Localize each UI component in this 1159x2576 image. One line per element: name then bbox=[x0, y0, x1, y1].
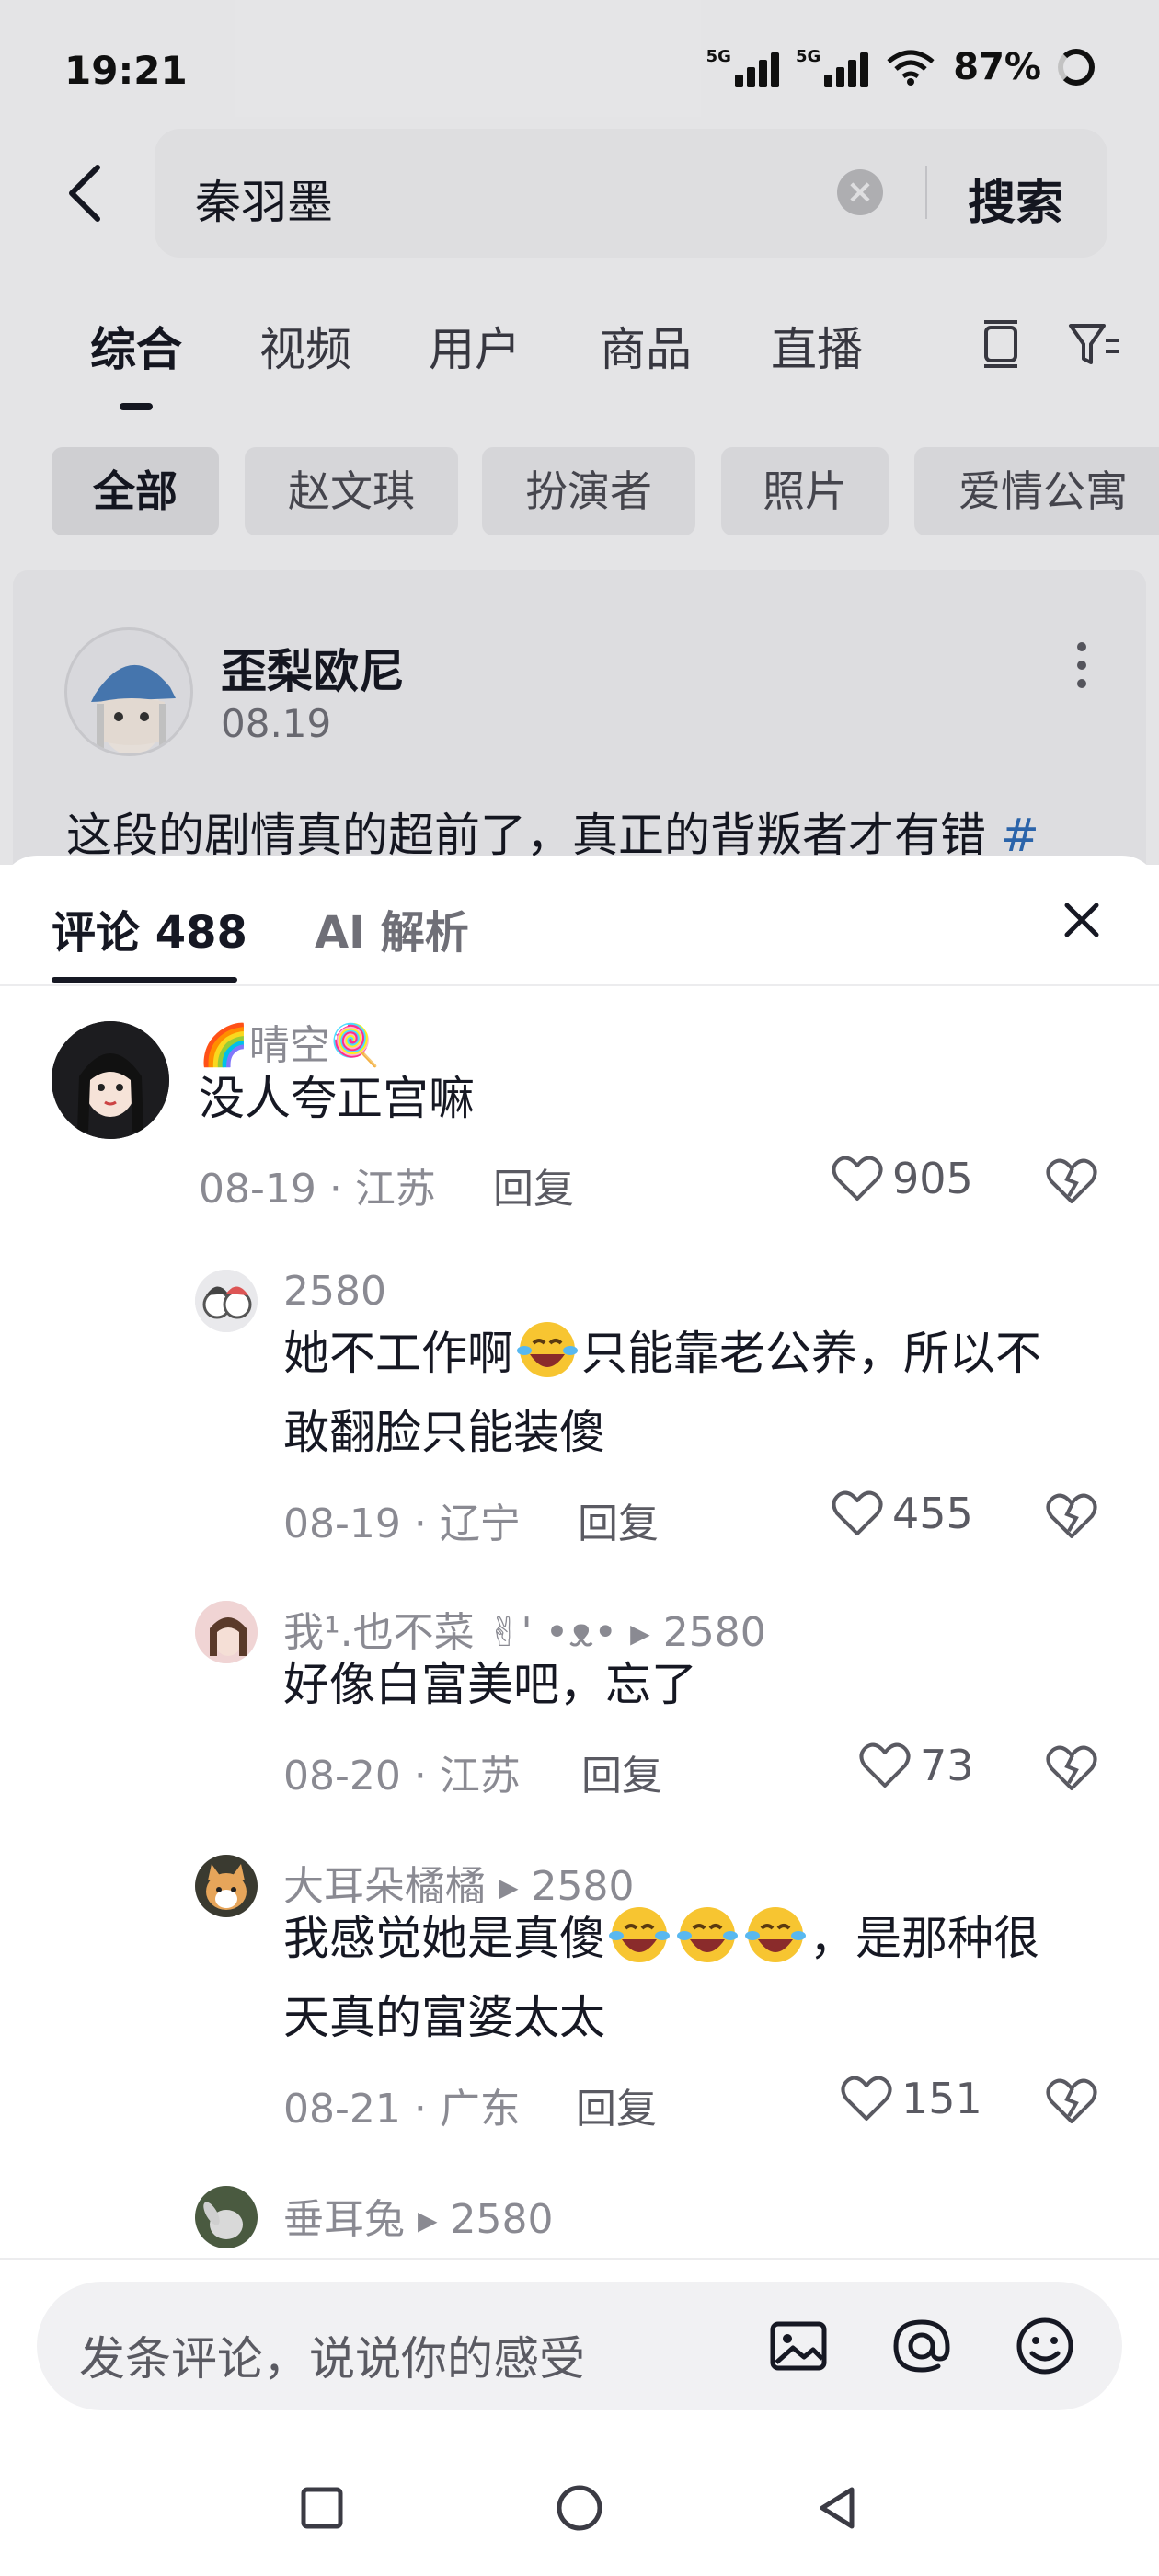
reply-avatar[interactable] bbox=[195, 1270, 258, 1332]
like-button[interactable]: 151 bbox=[841, 2074, 982, 2123]
comment-meta: 08-19 · 江苏 bbox=[199, 1166, 436, 1213]
heart-icon bbox=[841, 2076, 892, 2121]
sheet-header: 评论 488 AI 解析 bbox=[0, 856, 1159, 986]
reply-avatar[interactable] bbox=[195, 1601, 258, 1663]
reply-button[interactable]: 回复 bbox=[576, 2076, 657, 2134]
rofl-emoji-icon bbox=[745, 1907, 806, 1962]
reply-text-line1: 她不工作啊 只能靠老公养，所以不 bbox=[283, 1314, 1041, 1393]
reply-avatar[interactable] bbox=[195, 2186, 258, 2248]
system-nav-bar bbox=[0, 2420, 1159, 2576]
reply-item: 大耳朵橘橘 ▶ 2580 我感觉她是真傻 ，是那种很 天真的富婆太太 08-21 · … bbox=[0, 1855, 1159, 2134]
cartoon-avatar-icon bbox=[195, 1270, 258, 1332]
reply-text-part-2: ，是那种很 bbox=[809, 1912, 1039, 1965]
reply-avatar[interactable] bbox=[195, 1855, 258, 1917]
reply-meta: 08-21 · 广东 bbox=[283, 2086, 521, 2133]
reply-text: 好像白富美吧，忘了 bbox=[283, 1658, 697, 1711]
heart-icon bbox=[859, 1742, 911, 1788]
dislike-icon[interactable] bbox=[1045, 1156, 1098, 1205]
reply-to-username[interactable]: 2580 bbox=[451, 2196, 554, 2243]
laugh-cry-emoji-icon bbox=[517, 1322, 578, 1377]
heart-icon bbox=[832, 1156, 883, 1201]
reply-text-line2: 天真的富婆太太 bbox=[283, 1991, 605, 2044]
reply-button[interactable]: 回复 bbox=[581, 1742, 662, 1801]
close-icon[interactable] bbox=[1058, 896, 1106, 944]
reply-text-line2: 敢翻脸只能装傻 bbox=[283, 1406, 605, 1459]
like-button[interactable]: 905 bbox=[832, 1154, 973, 1203]
reply-button[interactable]: 回复 bbox=[493, 1156, 574, 1214]
rofl-emoji-icon bbox=[677, 1907, 738, 1962]
girl-avatar-icon bbox=[52, 1021, 169, 1139]
reply-text-part: 我感觉她是真傻 bbox=[283, 1912, 605, 1965]
emoji-icon[interactable] bbox=[1012, 2313, 1078, 2379]
reply-button[interactable]: 回复 bbox=[578, 1490, 659, 1549]
comment-text: 没人夸正宫嘛 bbox=[199, 1072, 475, 1125]
like-count: 151 bbox=[901, 2074, 982, 2123]
like-count: 455 bbox=[892, 1489, 973, 1538]
reply-text-line1: 我感觉她是真傻 ，是那种很 bbox=[283, 1899, 1039, 1978]
active-tab-indicator bbox=[52, 977, 237, 983]
square-icon[interactable] bbox=[294, 2480, 350, 2536]
comments-sheet: 评论 488 AI 解析 🌈晴空🍭 没人夸正宫嘛 08-19 · 江苏 回复 9… bbox=[0, 856, 1159, 2576]
heart-icon bbox=[832, 1490, 883, 1535]
tab-ai-analysis[interactable]: AI 解析 bbox=[315, 896, 469, 960]
cat-avatar-icon bbox=[195, 1855, 258, 1917]
reply-item: 我¹.也不菜 ✌' •ᴥ• ▶ 2580 好像白富美吧，忘了 08-20 · 江苏 … bbox=[0, 1601, 1159, 1800]
like-button[interactable]: 455 bbox=[832, 1489, 973, 1538]
comment-avatar[interactable] bbox=[52, 1021, 169, 1139]
circle-icon[interactable] bbox=[552, 2480, 607, 2536]
reply-text-part-2: 只能靠老公养，所以不 bbox=[581, 1327, 1041, 1380]
reply-meta: 08-20 · 江苏 bbox=[283, 1753, 521, 1800]
reply-arrow-icon: ▶ bbox=[418, 2205, 438, 2236]
at-icon[interactable] bbox=[889, 2313, 955, 2379]
reply-meta: 08-19 · 辽宁 bbox=[283, 1501, 521, 1547]
dislike-icon[interactable] bbox=[1045, 1490, 1098, 1540]
overlay-dim bbox=[0, 0, 1159, 865]
like-button[interactable]: 73 bbox=[859, 1741, 974, 1790]
bunny-avatar-icon bbox=[195, 2186, 258, 2248]
reply-username-text: 垂耳兔 bbox=[283, 2196, 405, 2243]
dislike-icon[interactable] bbox=[1045, 2076, 1098, 2125]
reply-username[interactable]: 2580 bbox=[283, 1268, 386, 1315]
reply-text-part: 她不工作啊 bbox=[283, 1327, 513, 1380]
rofl-emoji-icon bbox=[609, 1907, 670, 1962]
dislike-icon[interactable] bbox=[1045, 1742, 1098, 1792]
comment-input[interactable]: 发条评论，说说你的感受 bbox=[37, 2282, 1122, 2410]
comment-input-placeholder[interactable]: 发条评论，说说你的感受 bbox=[79, 2322, 585, 2388]
image-icon[interactable] bbox=[765, 2313, 832, 2379]
reply-username[interactable]: 垂耳兔 ▶ 2580 bbox=[283, 2186, 554, 2245]
girl-photo-avatar-icon bbox=[195, 1601, 258, 1663]
comment-item: 🌈晴空🍭 没人夸正宫嘛 08-19 · 江苏 回复 905 bbox=[0, 994, 1159, 1213]
tab-comments[interactable]: 评论 488 bbox=[52, 896, 247, 960]
like-count: 73 bbox=[920, 1741, 974, 1790]
reply-item: 2580 她不工作啊 只能靠老公养，所以不 敢翻脸只能装傻 08-19 · 辽宁 … bbox=[0, 1268, 1159, 1549]
like-count: 905 bbox=[892, 1154, 973, 1203]
triangle-back-icon[interactable] bbox=[809, 2480, 865, 2536]
reply-item: 垂耳兔 ▶ 2580 bbox=[0, 2186, 1159, 2256]
